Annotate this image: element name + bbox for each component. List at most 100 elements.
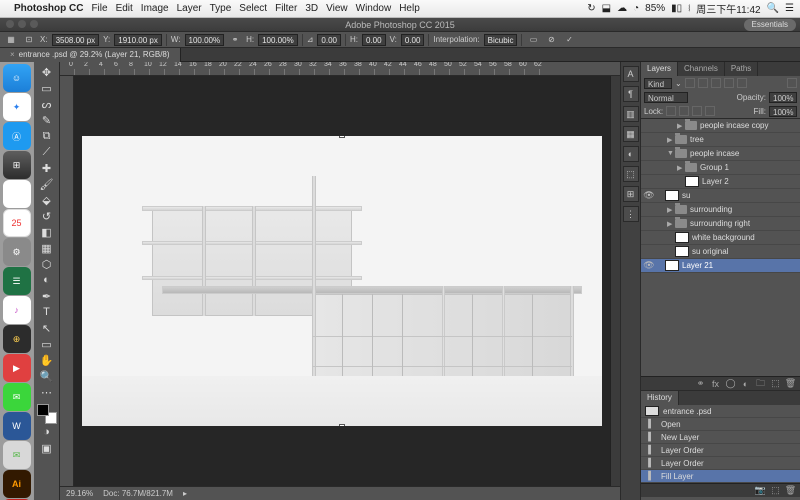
layer-name[interactable]: Layer 2 bbox=[702, 177, 729, 186]
window-zoom[interactable] bbox=[30, 20, 38, 28]
ruler-horizontal[interactable]: 0246810121416182022242628303234363840424… bbox=[60, 62, 620, 76]
workspace-switcher[interactable]: Essentials bbox=[744, 19, 796, 31]
stamp-tool[interactable]: ⬙ bbox=[37, 192, 57, 208]
layers-list[interactable]: ▶people incase copy▶tree▼people incase▶G… bbox=[641, 119, 800, 376]
clock[interactable]: 周三下午11:42 bbox=[696, 1, 760, 16]
disclosure-arrow[interactable]: ▶ bbox=[667, 220, 675, 228]
layer-row[interactable]: 👁su bbox=[641, 189, 800, 203]
dock-itunes[interactable]: ♪ bbox=[3, 296, 31, 324]
layer-row[interactable]: ▶tree bbox=[641, 133, 800, 147]
link-layers-icon[interactable]: ⚭ bbox=[695, 378, 706, 389]
anchor-widget[interactable]: ⊡ bbox=[22, 33, 36, 47]
layer-row[interactable]: ▶ people incase copy bbox=[641, 119, 800, 133]
window-close[interactable] bbox=[6, 20, 14, 28]
eyedropper-tool[interactable]: ⟋ bbox=[37, 144, 57, 160]
new-fill-icon[interactable]: ◐ bbox=[740, 378, 751, 389]
history-step[interactable]: ▌New Layer bbox=[641, 431, 800, 444]
dock-bear[interactable]: ⊕ bbox=[3, 325, 31, 353]
menu-edit[interactable]: Edit bbox=[116, 3, 133, 14]
warp-icon[interactable]: ▭ bbox=[526, 33, 540, 47]
history-newdoc-icon[interactable]: ⬚ bbox=[770, 485, 781, 496]
color-panel-icon[interactable]: ▥ bbox=[623, 106, 639, 122]
y-field[interactable]: 1910.00 px bbox=[114, 34, 162, 46]
move-tool[interactable]: ✥ bbox=[37, 64, 57, 80]
filter-adjust-icon[interactable] bbox=[698, 78, 708, 88]
transform-icon[interactable]: ▦ bbox=[4, 33, 18, 47]
canvas-artboard[interactable] bbox=[82, 136, 602, 426]
history-step[interactable]: ▌Fill Layer bbox=[641, 470, 800, 483]
transform-handle-bottom[interactable] bbox=[339, 424, 345, 426]
layer-row[interactable]: ▶surrounding right bbox=[641, 217, 800, 231]
marquee-tool[interactable]: ▭ bbox=[37, 80, 57, 96]
link-icon[interactable]: ⚭ bbox=[228, 33, 242, 47]
layer-row[interactable]: ▼people incase bbox=[641, 147, 800, 161]
pen-tool[interactable]: ✒ bbox=[37, 288, 57, 304]
layer-fx-icon[interactable]: fx bbox=[710, 378, 721, 389]
layer-mask-icon[interactable]: ◯ bbox=[725, 378, 736, 389]
disclosure-arrow[interactable]: ▶ bbox=[677, 164, 685, 172]
dock-settings[interactable]: ⚙ bbox=[3, 238, 31, 266]
dock-safari[interactable]: ✦ bbox=[3, 93, 31, 121]
menu-image[interactable]: Image bbox=[141, 3, 169, 14]
layer-row[interactable]: su original bbox=[641, 245, 800, 259]
blend-mode[interactable]: Normal bbox=[644, 92, 688, 103]
app-menu[interactable]: Photoshop CC bbox=[14, 3, 83, 14]
spotlight-icon[interactable]: 🔍 bbox=[767, 3, 779, 14]
menu-select[interactable]: Select bbox=[239, 3, 267, 14]
dock-excel[interactable]: ☰ bbox=[3, 267, 31, 295]
type-panel-icon[interactable]: A bbox=[623, 66, 639, 82]
layer-row[interactable]: 👁Layer 21 bbox=[641, 259, 800, 273]
menu-layer[interactable]: Layer bbox=[177, 3, 202, 14]
paragraph-panel-icon[interactable]: ¶ bbox=[623, 86, 639, 102]
cancel-transform-icon[interactable]: ⊘ bbox=[544, 33, 558, 47]
layer-name[interactable]: tree bbox=[690, 135, 704, 144]
dock-wechat[interactable]: ✉ bbox=[3, 441, 31, 469]
tab-channels[interactable]: Channels bbox=[678, 62, 725, 76]
disclosure-arrow[interactable]: ▼ bbox=[667, 150, 675, 157]
lock-all-icon[interactable] bbox=[705, 106, 715, 116]
hskew-field[interactable]: 0.00 bbox=[362, 34, 386, 46]
canvas-scrollbar-v[interactable] bbox=[610, 76, 620, 486]
tab-paths[interactable]: Paths bbox=[725, 62, 758, 76]
quickmask-tool[interactable]: ◑ bbox=[37, 424, 57, 440]
visibility-toggle[interactable]: 👁 bbox=[643, 190, 655, 201]
delete-layer-icon[interactable]: 🗑 bbox=[785, 378, 796, 389]
tab-layers[interactable]: Layers bbox=[641, 62, 678, 76]
swatches-panel-icon[interactable]: ▦ bbox=[623, 126, 639, 142]
close-tab-icon[interactable]: × bbox=[10, 50, 15, 59]
hand-tool[interactable]: ✋ bbox=[37, 352, 57, 368]
dock-launchpad[interactable]: ⊞ bbox=[3, 151, 31, 179]
menu-type[interactable]: Type bbox=[210, 3, 232, 14]
menu-extra[interactable]: ☰ bbox=[785, 3, 794, 14]
history-step[interactable]: ▌Open bbox=[641, 418, 800, 431]
styles-panel-icon[interactable]: ⬚ bbox=[623, 166, 639, 182]
lock-pixels-icon[interactable] bbox=[679, 106, 689, 116]
canvas-viewport[interactable] bbox=[74, 76, 610, 486]
new-layer-icon[interactable]: ⬚ bbox=[770, 378, 781, 389]
dock-word[interactable]: W bbox=[3, 412, 31, 440]
x-field[interactable]: 3508.00 px bbox=[52, 34, 100, 46]
commit-transform-icon[interactable]: ✓ bbox=[562, 33, 576, 47]
w-field[interactable]: 100.00% bbox=[185, 34, 225, 46]
edit-toolbar[interactable]: ⋯ bbox=[37, 384, 57, 400]
color-swatches[interactable] bbox=[37, 404, 57, 424]
doc-size[interactable]: Doc: 76.7M/821.7M bbox=[103, 489, 173, 498]
libraries-panel-icon[interactable]: ⊞ bbox=[623, 186, 639, 202]
layer-name[interactable]: people incase copy bbox=[700, 121, 769, 130]
filter-toggle[interactable] bbox=[787, 78, 797, 88]
wifi-icon[interactable]: ⧙ bbox=[688, 3, 690, 14]
dock-appstore[interactable]: Ⓐ bbox=[3, 122, 31, 150]
layer-name[interactable]: white background bbox=[692, 233, 755, 242]
gradient-tool[interactable]: ▦ bbox=[37, 240, 57, 256]
history-document[interactable]: entrance .psd bbox=[641, 405, 800, 418]
disclosure-arrow[interactable]: ▶ bbox=[677, 122, 685, 130]
transform-handle-top[interactable] bbox=[339, 136, 345, 138]
disclosure-arrow[interactable]: ▶ bbox=[667, 206, 675, 214]
menu-window[interactable]: Window bbox=[356, 3, 392, 14]
opacity-field[interactable]: 100% bbox=[769, 92, 797, 103]
healing-tool[interactable]: ✚ bbox=[37, 160, 57, 176]
status-arrow-icon[interactable]: ▸ bbox=[183, 489, 187, 498]
cloud-icon[interactable]: ☁ bbox=[617, 3, 627, 14]
window-minimize[interactable] bbox=[18, 20, 26, 28]
zoom-level[interactable]: 29.16% bbox=[66, 489, 93, 498]
